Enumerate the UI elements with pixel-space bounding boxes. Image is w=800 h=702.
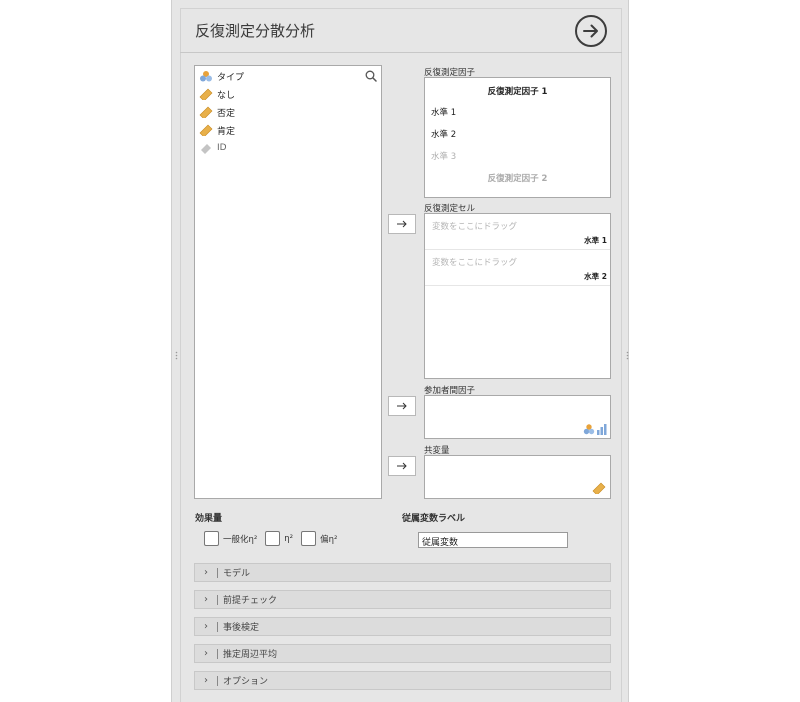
checkbox-label: 偏η² [320,534,338,545]
checkbox-eta[interactable] [265,531,281,546]
checkbox-partial-eta[interactable] [301,531,317,546]
rm-cells-box[interactable]: 変数をここにドラッグ 水準 1 変数をここにドラッグ 水準 2 [424,213,611,379]
section-label: モデル [223,569,251,579]
variable-item[interactable]: 肯定 [199,121,369,139]
chevron-right-icon: › [204,621,208,632]
left-resize-grip[interactable] [175,351,178,360]
run-analysis-button[interactable] [575,15,607,47]
section-post-hoc[interactable]: › 事後検定 [194,617,611,636]
variable-item[interactable]: タイプ [199,67,369,85]
variable-label: 肯定 [217,126,236,137]
ruler-icon [199,88,213,100]
effect-size-label: 効果量 [195,514,223,524]
dv-label-input[interactable]: 従属変数 [418,532,568,548]
chevron-right-icon: › [204,567,208,578]
arrow-right-icon [397,462,407,470]
section-label: 前提チェック [223,596,278,606]
move-to-between-factors-button[interactable] [388,396,416,416]
section-options[interactable]: › オプション [194,671,611,690]
nominal-icon [199,70,213,82]
cell-level: 水準 1 [584,236,607,245]
chevron-right-icon: › [204,648,208,659]
arrow-right-icon [397,220,407,228]
dv-label-title: 従属変数ラベル [402,514,466,524]
variable-item[interactable]: ID [199,139,369,157]
section-model[interactable]: › モデル [194,563,611,582]
variable-item[interactable]: 否定 [199,103,369,121]
effect-size-options: 一般化η² η² 偏η² [204,531,337,546]
variable-item[interactable]: なし [199,85,369,103]
cell-level: 水準 2 [584,272,607,281]
checkbox-label: η² [284,533,294,544]
factor-placeholder[interactable]: 反復測定因子 2 [425,172,610,184]
id-icon [199,142,213,154]
move-to-rm-cells-button[interactable] [388,214,416,234]
factor-name[interactable]: 反復測定因子 1 [425,85,610,97]
rm-cell-row[interactable]: 変数をここにドラッグ 水準 1 [425,214,610,250]
checkbox-generalized-eta[interactable] [204,531,219,546]
variable-label: なし [217,90,236,101]
level-name[interactable]: 水準 2 [431,128,456,140]
covariates-box[interactable] [424,455,611,499]
ruler-icon [199,106,213,118]
chevron-right-icon: › [204,675,208,686]
chevron-right-icon: › [204,594,208,605]
rm-factors-box[interactable]: 反復測定因子 1 水準 1 水準 2 水準 3 反復測定因子 2 [424,77,611,198]
right-resize-grip[interactable] [626,351,629,360]
drop-placeholder: 変数をここにドラッグ [432,258,518,268]
variable-label: タイプ [217,72,245,83]
section-label: オプション [223,677,269,687]
panel-title: 反復測定分散分析 [195,22,316,40]
between-factors-box[interactable] [424,395,611,439]
section-label: 事後検定 [223,623,260,633]
checkbox-label: 一般化η² [223,534,258,545]
ruler-icon [199,124,213,136]
move-to-covariates-button[interactable] [388,456,416,476]
drop-placeholder: 変数をここにドラッグ [432,222,518,232]
arrow-right-icon [397,402,407,410]
section-assumption-checks[interactable]: › 前提チェック [194,590,611,609]
arrow-right-icon [583,24,598,38]
header-divider [180,52,622,53]
level-name[interactable]: 水準 1 [431,106,456,118]
section-marginal-means[interactable]: › 推定周辺平均 [194,644,611,663]
section-label: 推定周辺平均 [223,650,278,660]
variable-label: ID [217,143,227,153]
variable-label: 否定 [217,108,236,119]
nominal-ordinal-icon [583,424,607,435]
rm-cell-row[interactable]: 変数をここにドラッグ 水準 2 [425,250,610,286]
variable-list[interactable]: タイプ なし 否定 肯定 ID [194,65,382,499]
level-placeholder[interactable]: 水準 3 [431,150,456,162]
ruler-icon [592,482,606,494]
